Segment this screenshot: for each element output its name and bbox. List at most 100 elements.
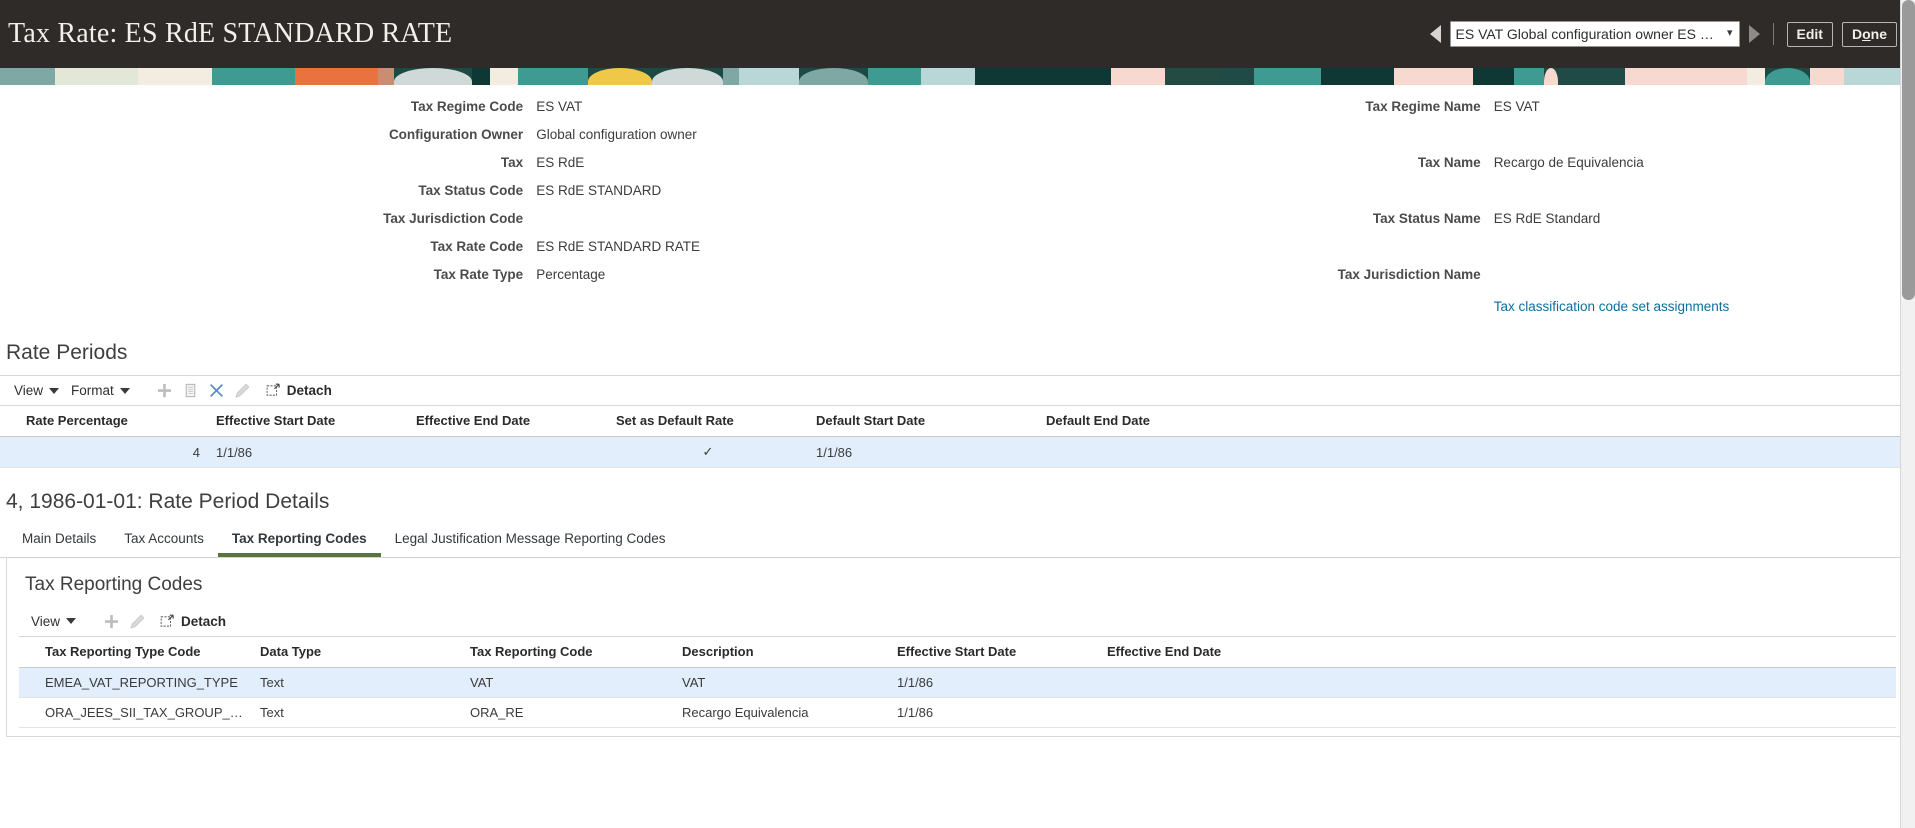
column-header[interactable]: Tax Reporting Type Code bbox=[37, 636, 252, 668]
banner-segment bbox=[799, 68, 868, 85]
cell-filler bbox=[1399, 697, 1896, 728]
row-selection-indicator[interactable] bbox=[19, 667, 37, 698]
cell-rate-percentage: 4 bbox=[18, 436, 208, 468]
detach-icon bbox=[160, 614, 174, 627]
banner-segment bbox=[295, 68, 378, 85]
rate-periods-table: Rate Percentage Effective Start Date Effec… bbox=[0, 405, 1915, 468]
row-selection-indicator[interactable] bbox=[0, 436, 18, 468]
tax-reporting-codes-header-row: Tax Reporting Type Code Data Type Tax Repo… bbox=[19, 636, 1896, 668]
column-header[interactable]: Data Type bbox=[252, 636, 462, 668]
column-header[interactable]: Default End Date bbox=[1038, 405, 1338, 437]
field-label: Tax Regime Name bbox=[1365, 99, 1481, 114]
detach-label: Detach bbox=[286, 383, 332, 398]
field-value: Recargo de Equivalencia bbox=[1493, 155, 1644, 170]
header-controls: ES VAT Global configuration owner ES RdE… bbox=[1429, 21, 1897, 47]
tax-reporting-codes-body: EMEA_VAT_REPORTING_TYPE Text VAT VAT 1/1/86 O… bbox=[19, 667, 1896, 728]
cell-data-type: Text bbox=[252, 667, 462, 698]
delete-icon[interactable] bbox=[204, 379, 230, 403]
tab-main-details[interactable]: Main Details bbox=[8, 526, 110, 557]
vertical-scrollbar[interactable] bbox=[1900, 0, 1915, 828]
banner-segment bbox=[868, 68, 921, 85]
cell-tax-reporting-code: VAT bbox=[462, 667, 674, 698]
banner-segment bbox=[588, 68, 652, 85]
decorative-banner-image bbox=[0, 68, 1915, 85]
done-button[interactable]: Done bbox=[1841, 21, 1897, 47]
detach-button[interactable]: Detach bbox=[266, 383, 332, 398]
detach-button[interactable]: Detach bbox=[160, 614, 226, 629]
duplicate-icon[interactable] bbox=[178, 379, 204, 403]
edit-button[interactable]: Edit bbox=[1786, 21, 1833, 47]
cell-data-type: Text bbox=[252, 697, 462, 728]
field-row: Tax Rate Code ES RdE STANDARD RATE bbox=[0, 239, 958, 267]
field-label: Tax Rate Code bbox=[430, 239, 524, 254]
cell-effective-start-date: 1/1/86 bbox=[889, 667, 1099, 698]
banner-segment bbox=[1544, 68, 1558, 85]
tax-classification-code-set-assignments-link[interactable]: Tax classification code set assignments bbox=[1494, 299, 1730, 314]
banner-segment bbox=[1625, 68, 1674, 85]
field-row: Configuration Owner Global configuration … bbox=[0, 127, 958, 155]
column-header-filler bbox=[1399, 636, 1896, 668]
banner-segment bbox=[1747, 68, 1765, 85]
chevron-down-icon bbox=[66, 618, 77, 624]
field-label: Tax Name bbox=[1417, 155, 1481, 170]
column-header[interactable]: Set as Default Rate bbox=[608, 405, 808, 437]
vertical-scrollbar-thumb[interactable] bbox=[1902, 0, 1915, 300]
page-content: Tax Regime Code ES VAT Configuration Owner… bbox=[0, 85, 1915, 828]
column-header[interactable]: Effective Start Date bbox=[208, 405, 408, 437]
table-row[interactable]: EMEA_VAT_REPORTING_TYPE Text VAT VAT 1/1/86 bbox=[19, 667, 1896, 698]
banner-segment bbox=[1810, 68, 1844, 85]
field-row: Tax Rate Type Percentage bbox=[0, 267, 958, 295]
banner-segment bbox=[1394, 68, 1473, 85]
banner-segment bbox=[1047, 68, 1111, 85]
cell-effective-start-date: 1/1/86 bbox=[208, 436, 408, 468]
tab-legal-justification-message-reporting-codes[interactable]: Legal Justification Message Reporting Co… bbox=[381, 526, 680, 557]
tab-tax-accounts[interactable]: Tax Accounts bbox=[110, 526, 218, 557]
table-row[interactable]: 4 1/1/86 ✓ 1/1/86 bbox=[0, 436, 1915, 468]
column-header[interactable]: Description bbox=[674, 636, 889, 668]
banner-segment bbox=[490, 68, 518, 85]
add-icon[interactable] bbox=[152, 379, 178, 403]
view-menu[interactable]: View bbox=[27, 614, 84, 629]
cell-tax-reporting-code: ORA_RE bbox=[462, 697, 674, 728]
banner-segment bbox=[55, 68, 138, 85]
tax-rate-summary: Tax Regime Code ES VAT Configuration Owner… bbox=[0, 85, 1915, 327]
cell-tax-reporting-type-code: ORA_JEES_SII_TAX_GROUP_TYPE bbox=[37, 697, 252, 728]
banner-segment bbox=[378, 68, 394, 85]
rate-period-details-title: 4, 1986-01-01: Rate Period Details bbox=[6, 490, 330, 513]
toolbar-divider bbox=[1772, 23, 1774, 45]
edit-pencil-icon[interactable] bbox=[230, 379, 256, 403]
view-menu[interactable]: View bbox=[10, 383, 67, 398]
add-icon[interactable] bbox=[98, 609, 124, 633]
table-row[interactable]: ORA_JEES_SII_TAX_GROUP_TYPE Text ORA_RE Rec… bbox=[19, 697, 1896, 728]
edit-pencil-icon[interactable] bbox=[124, 609, 150, 633]
column-header[interactable]: Effective End Date bbox=[408, 405, 608, 437]
column-header[interactable]: Effective End Date bbox=[1099, 636, 1399, 668]
banner-segment bbox=[394, 68, 472, 85]
cell-effective-end-date bbox=[408, 436, 608, 468]
tab-tax-reporting-codes[interactable]: Tax Reporting Codes bbox=[217, 526, 381, 557]
row-selection-indicator[interactable] bbox=[19, 697, 37, 728]
record-selector[interactable]: ES VAT Global configuration owner ES RdE… bbox=[1449, 21, 1740, 47]
detach-icon bbox=[266, 383, 280, 396]
rate-period-details-tabs: Main Details Tax Accounts Tax Reporting Co… bbox=[0, 526, 1915, 558]
previous-record-arrow-icon[interactable] bbox=[1429, 25, 1441, 43]
field-value: ES RdE bbox=[536, 155, 585, 170]
field-row: Tax Name Recargo de Equivalencia bbox=[958, 155, 1915, 183]
next-record-arrow-icon[interactable] bbox=[1748, 25, 1760, 43]
format-menu[interactable]: Format bbox=[67, 383, 138, 398]
cell-tax-reporting-type-code: EMEA_VAT_REPORTING_TYPE bbox=[37, 667, 252, 698]
column-header[interactable]: Rate Percentage bbox=[18, 405, 208, 437]
column-header-filler bbox=[1338, 405, 1915, 437]
column-header[interactable]: Effective Start Date bbox=[889, 636, 1099, 668]
field-row bbox=[958, 183, 1915, 211]
banner-segment bbox=[1165, 68, 1220, 85]
field-row: Tax Status Code ES RdE STANDARD bbox=[0, 183, 958, 211]
cell-effective-start-date: 1/1/86 bbox=[889, 697, 1099, 728]
column-header[interactable]: Tax Reporting Code bbox=[462, 636, 674, 668]
column-header[interactable]: Default Start Date bbox=[808, 405, 1038, 437]
done-label-post: ne bbox=[1870, 26, 1887, 42]
detach-label: Detach bbox=[181, 613, 227, 629]
rate-periods-toolbar: View Format Detach bbox=[0, 375, 1915, 405]
banner-segment bbox=[921, 68, 975, 85]
field-value: Percentage bbox=[536, 267, 606, 282]
